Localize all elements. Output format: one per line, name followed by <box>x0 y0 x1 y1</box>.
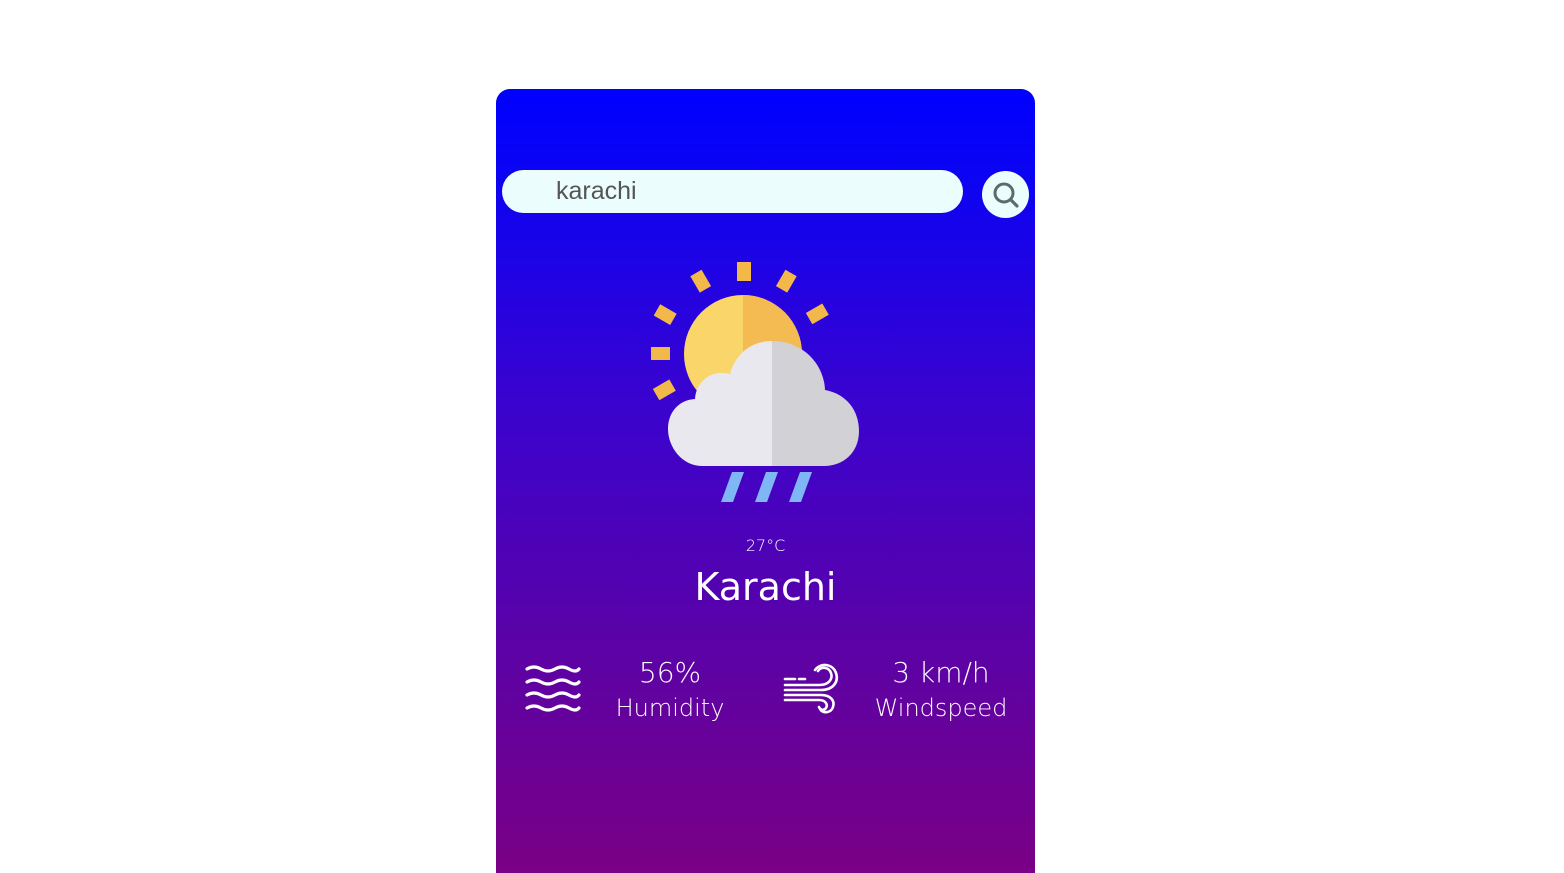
search-icon <box>993 182 1019 208</box>
search-button[interactable] <box>982 171 1029 218</box>
city-name: Karachi <box>694 565 837 609</box>
sun-cloud-rain-icon <box>651 262 859 504</box>
wind-label: Windspeed <box>874 694 1008 722</box>
city-search-input[interactable] <box>502 170 963 213</box>
wind-value: 3 km/h <box>892 656 990 689</box>
humidity-waves-icon <box>525 665 581 712</box>
wind-icon <box>783 663 839 714</box>
weather-card: 27°C Karachi 56% Humidity 3 km/h Windspe… <box>496 89 1035 873</box>
humidity-block: 56% Humidity <box>600 656 740 726</box>
humidity-value: 56% <box>638 656 702 689</box>
temperature: 27°C <box>745 536 786 555</box>
wind-block: 3 km/h Windspeed <box>866 656 1016 726</box>
humidity-label: Humidity <box>615 694 725 722</box>
